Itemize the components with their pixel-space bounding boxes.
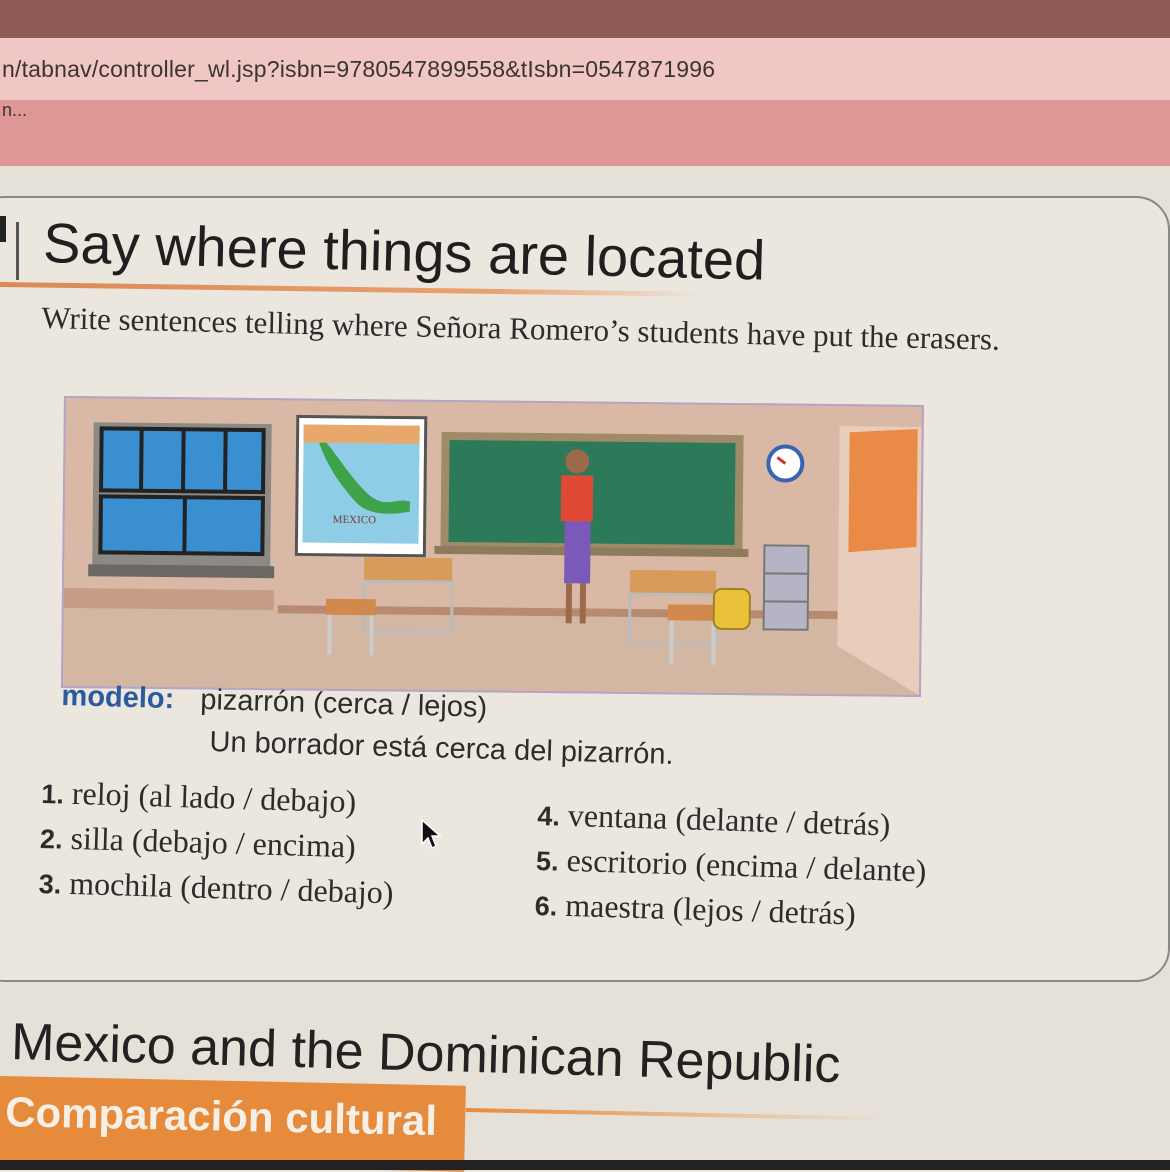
item-number: 6. (534, 891, 557, 922)
item-number: 2. (40, 824, 63, 855)
bookmark-text[interactable]: n... (2, 100, 27, 121)
culture-banner: Comparación cultural (0, 1076, 466, 1172)
svg-text:MEXICO: MEXICO (333, 514, 377, 526)
filing-cabinet-icon (764, 545, 809, 629)
items-right-column: 4.ventana (delante / detrás) 5.escritori… (534, 796, 928, 943)
clock-icon (768, 446, 802, 480)
bookmark-bar (0, 100, 1170, 166)
modelo-label: modelo: (61, 680, 175, 715)
item-number: 5. (536, 846, 559, 877)
window-icon (88, 422, 276, 578)
items-left-column: 1.reloj (al lado / debajo) 2.silla (deba… (38, 774, 397, 919)
backpack-icon (714, 589, 750, 629)
item-text: reloj (al lado / debajo) (71, 775, 356, 819)
modelo-prompt: pizarrón (cerca / lejos) (200, 684, 488, 724)
title-marker (0, 216, 22, 276)
item-number: 3. (38, 869, 61, 900)
browser-top-frame (0, 0, 1170, 38)
map-of-mexico: MEXICO (296, 416, 425, 555)
classroom-illustration: MEXICO (61, 396, 924, 697)
mouse-cursor-icon (420, 818, 444, 850)
url-text[interactable]: n/tabnav/controller_wl.jsp?isbn=97805478… (2, 56, 715, 83)
screen-bottom-edge (0, 1160, 1170, 1170)
culture-banner-label: Comparación cultural (5, 1088, 438, 1145)
item-number: 1. (41, 779, 64, 810)
classroom-scene: MEXICO (63, 398, 922, 695)
item-number: 4. (537, 801, 560, 832)
item-text: silla (debajo / encima) (70, 820, 356, 864)
item-text: maestra (lejos / detrás) (565, 887, 856, 932)
